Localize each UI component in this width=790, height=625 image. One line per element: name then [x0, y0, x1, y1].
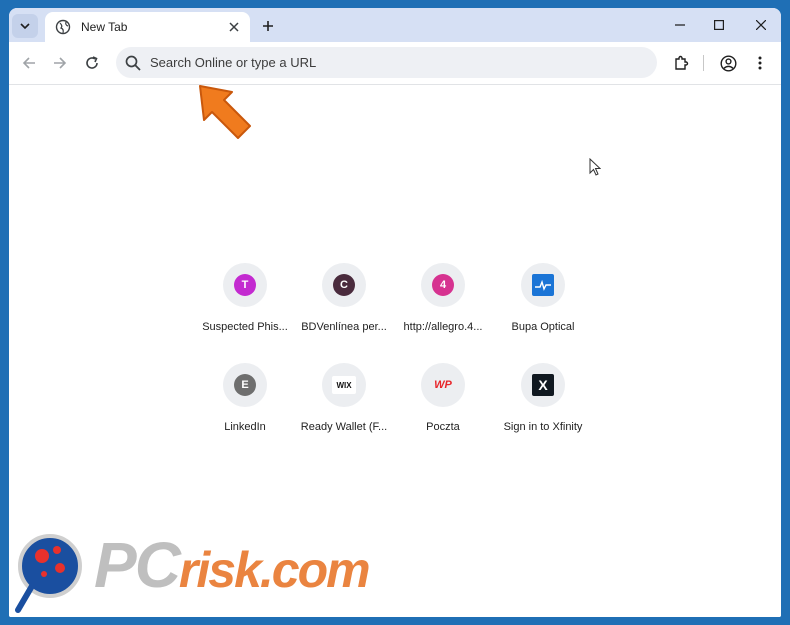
shortcut-tile[interactable]: WIX Ready Wallet (F... [289, 363, 399, 453]
shortcut-tile[interactable]: C BDVenlínea per... [289, 263, 399, 353]
minimize-icon [675, 24, 685, 26]
toolbar-separator [703, 55, 704, 71]
shortcut-label: http://allegro.4... [403, 321, 483, 333]
search-icon [124, 54, 142, 72]
plus-icon [263, 21, 273, 31]
close-window-button[interactable] [744, 14, 778, 36]
shortcut-tile[interactable]: X Sign in to Xfinity [488, 363, 598, 453]
title-bar: New Tab [9, 8, 781, 42]
mouse-cursor-icon [589, 158, 601, 176]
shortcut-favicon: 4 [421, 263, 465, 307]
address-input[interactable] [148, 54, 632, 71]
watermark-text: PCrisk.com [94, 528, 371, 602]
bupa-logo-icon [532, 274, 554, 296]
toolbar [9, 42, 781, 85]
wix-logo-icon: WIX [332, 376, 356, 394]
globe-icon [55, 19, 71, 35]
shortcut-label: Poczta [426, 421, 460, 433]
maximize-button[interactable] [702, 14, 736, 36]
shortcut-label: Suspected Phis... [202, 321, 288, 333]
pointer-arrow-icon [199, 85, 251, 139]
shortcut-label: Sign in to Xfinity [503, 421, 583, 433]
watermark-suffix: risk.com [178, 542, 371, 598]
reload-icon [86, 56, 98, 69]
tab-title: New Tab [81, 20, 128, 34]
close-icon [756, 20, 766, 30]
shortcut-label: BDVenlínea per... [301, 321, 387, 333]
forward-button[interactable] [48, 51, 72, 75]
minimize-button[interactable] [663, 14, 697, 36]
shortcut-favicon: C [322, 263, 366, 307]
address-bar[interactable] [116, 47, 657, 78]
letter-favicon-icon: 4 [432, 274, 454, 296]
maximize-icon [714, 20, 724, 30]
shortcut-tile[interactable]: Bupa Optical [488, 263, 598, 353]
shortcut-favicon: T [223, 263, 267, 307]
puzzle-icon [675, 55, 689, 70]
shortcut-label: Ready Wallet (F... [300, 421, 388, 433]
shortcut-favicon: WIX [322, 363, 366, 407]
shortcut-favicon: X [521, 363, 565, 407]
close-tab-icon[interactable] [226, 19, 242, 35]
shortcut-label: LinkedIn [224, 421, 266, 433]
back-button[interactable] [17, 51, 41, 75]
magnifier-handle-icon [15, 584, 35, 613]
browser-window: New Tab Search Online or type a URL T Su… [9, 8, 781, 617]
tab-search-button[interactable] [12, 14, 38, 38]
kebab-menu-icon [758, 56, 762, 70]
extensions-button[interactable] [669, 51, 693, 75]
menu-button[interactable] [748, 51, 772, 75]
profile-icon [719, 54, 737, 72]
tab-new-tab[interactable]: New Tab [45, 12, 250, 42]
new-tab-button[interactable] [258, 16, 278, 36]
shortcut-favicon: E [223, 363, 267, 407]
shortcut-tile[interactable]: 4 http://allegro.4... [388, 263, 498, 353]
chevron-down-icon [20, 23, 30, 30]
letter-favicon-icon: T [234, 274, 256, 296]
shortcut-favicon: WP [421, 363, 465, 407]
reload-button[interactable] [80, 51, 104, 75]
wp-logo-icon: WP [434, 379, 452, 391]
arrow-left-icon [22, 57, 35, 69]
watermark-brand: PC [94, 529, 181, 601]
pcrisk-watermark: PCrisk.com [14, 528, 454, 618]
arrow-right-icon [54, 57, 67, 69]
shortcut-tile[interactable]: E LinkedIn [190, 363, 300, 453]
xfinity-logo-icon: X [532, 374, 554, 396]
shortcut-tile[interactable]: WP Poczta [388, 363, 498, 453]
letter-favicon-icon: E [234, 374, 256, 396]
shortcut-favicon [521, 263, 565, 307]
shortcut-tile[interactable]: T Suspected Phis... [190, 263, 300, 353]
letter-favicon-icon: C [333, 274, 355, 296]
profile-button[interactable] [716, 51, 740, 75]
shortcut-label: Bupa Optical [511, 321, 575, 333]
